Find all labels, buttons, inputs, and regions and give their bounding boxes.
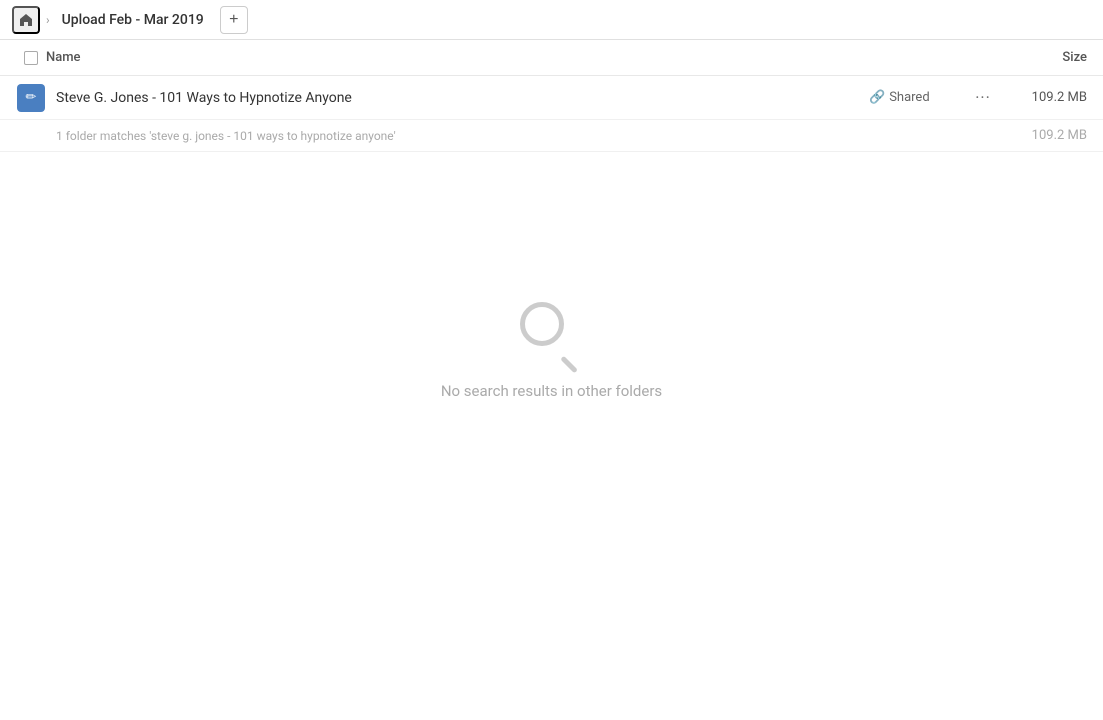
file-icon-symbol: ✏ bbox=[26, 90, 37, 105]
file-row[interactable]: ✏ Steve G. Jones - 101 Ways to Hypnotize… bbox=[0, 76, 1103, 120]
search-circle bbox=[520, 302, 564, 346]
shared-label: Shared bbox=[889, 90, 929, 105]
add-button[interactable]: + bbox=[220, 6, 248, 34]
no-results-search-icon bbox=[520, 302, 584, 366]
file-name: Steve G. Jones - 101 Ways to Hypnotize A… bbox=[46, 90, 869, 106]
name-column-header: Name bbox=[46, 50, 997, 65]
breadcrumb-title: Upload Feb - Mar 2019 bbox=[56, 10, 210, 30]
column-header-row: Name Size bbox=[0, 40, 1103, 76]
more-options-button[interactable]: ··· bbox=[969, 84, 997, 112]
select-all-checkbox[interactable] bbox=[24, 51, 38, 65]
file-size: 109.2 MB bbox=[997, 90, 1087, 105]
search-handle bbox=[560, 356, 578, 374]
folder-match-size: 109.2 MB bbox=[997, 128, 1087, 143]
file-shared-col: 🔗 Shared bbox=[869, 90, 969, 105]
breadcrumb-chevron: › bbox=[46, 13, 50, 27]
file-icon: ✏ bbox=[17, 84, 45, 112]
folder-match-text: 1 folder matches 'steve g. jones - 101 w… bbox=[56, 129, 997, 143]
no-results-message: No search results in other folders bbox=[441, 382, 662, 400]
top-nav: › Upload Feb - Mar 2019 + bbox=[0, 0, 1103, 40]
folder-match-row: 1 folder matches 'steve g. jones - 101 w… bbox=[0, 120, 1103, 152]
select-all-checkbox-col[interactable] bbox=[16, 51, 46, 65]
empty-state: No search results in other folders bbox=[0, 152, 1103, 400]
file-icon-col: ✏ bbox=[16, 84, 46, 112]
size-column-header: Size bbox=[997, 50, 1087, 65]
link-icon: 🔗 bbox=[869, 90, 885, 105]
home-button[interactable] bbox=[12, 6, 40, 34]
